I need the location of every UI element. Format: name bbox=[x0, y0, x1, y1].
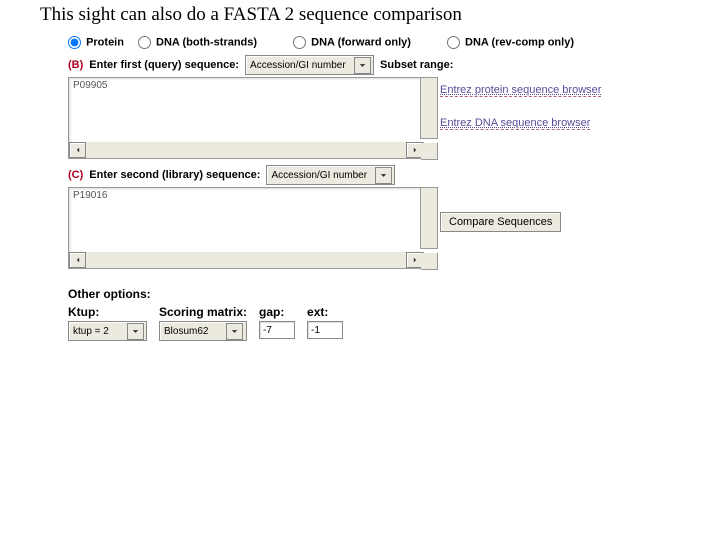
scrollbar-horizontal[interactable] bbox=[68, 142, 424, 159]
entrez-dna-link[interactable]: Entrez DNA sequence browser bbox=[440, 117, 590, 130]
section-c-header: (C) Enter second (library) sequence: Acc… bbox=[68, 165, 720, 185]
section-b-label: Enter first (query) sequence: bbox=[89, 59, 239, 71]
subset-range-label: Subset range: bbox=[380, 59, 453, 71]
query-format-value: Accession/GI number bbox=[250, 60, 350, 71]
query-sequence-input[interactable]: P09905 bbox=[68, 77, 422, 142]
matrix-value: Blosum62 bbox=[164, 326, 222, 337]
compare-sequences-button[interactable]: Compare Sequences bbox=[440, 212, 561, 232]
radio-dna-both[interactable]: DNA (both-strands) bbox=[138, 36, 257, 49]
scroll-left-icon[interactable] bbox=[69, 142, 86, 158]
chevron-down-icon bbox=[127, 323, 144, 340]
ktup-select[interactable]: ktup = 2 bbox=[68, 321, 147, 341]
scroll-left-icon[interactable] bbox=[69, 252, 86, 268]
gap-label: gap: bbox=[259, 305, 295, 319]
scroll-corner bbox=[421, 253, 438, 270]
library-format-select[interactable]: Accession/GI number bbox=[266, 165, 395, 185]
chevron-down-icon bbox=[375, 167, 392, 184]
ext-label: ext: bbox=[307, 305, 343, 319]
section-b-header: (B) Enter first (query) sequence: Access… bbox=[68, 55, 720, 75]
library-sequence-input[interactable]: P19016 bbox=[68, 187, 422, 252]
matrix-label: Scoring matrix: bbox=[159, 305, 247, 319]
ktup-label: Ktup: bbox=[68, 305, 147, 319]
options-row: Ktup: ktup = 2 Scoring matrix: Blosum62 … bbox=[68, 305, 720, 341]
radio-dna-fwd[interactable]: DNA (forward only) bbox=[293, 36, 411, 49]
scrollbar-horizontal[interactable] bbox=[68, 252, 424, 269]
radio-dna-rev[interactable]: DNA (rev-comp only) bbox=[447, 36, 574, 49]
section-b-marker: (B) bbox=[68, 59, 83, 71]
sequence-type-radios: Protein DNA (both-strands) DNA (forward … bbox=[68, 36, 720, 49]
section-c-label: Enter second (library) sequence: bbox=[89, 169, 260, 181]
radio-dna-fwd-label: DNA (forward only) bbox=[311, 36, 411, 48]
entrez-protein-link[interactable]: Entrez protein sequence browser bbox=[440, 84, 601, 97]
query-format-select[interactable]: Accession/GI number bbox=[245, 55, 374, 75]
gap-input[interactable] bbox=[259, 321, 295, 339]
scroll-corner bbox=[421, 143, 438, 160]
library-format-value: Accession/GI number bbox=[271, 170, 371, 181]
radio-dna-rev-label: DNA (rev-comp only) bbox=[465, 36, 574, 48]
ext-input[interactable] bbox=[307, 321, 343, 339]
library-sequence-block: P19016 bbox=[68, 187, 422, 269]
scrollbar-vertical[interactable] bbox=[420, 77, 438, 139]
radio-protein[interactable]: Protein bbox=[68, 36, 124, 49]
ktup-value: ktup = 2 bbox=[73, 326, 123, 337]
chevron-down-icon bbox=[226, 323, 243, 340]
section-c-marker: (C) bbox=[68, 169, 83, 181]
scrollbar-vertical[interactable] bbox=[420, 187, 438, 249]
other-options-heading: Other options: bbox=[68, 287, 720, 301]
radio-dna-both-label: DNA (both-strands) bbox=[156, 36, 257, 48]
query-sequence-block: P09905 bbox=[68, 77, 422, 159]
page-title: This sight can also do a FASTA 2 sequenc… bbox=[0, 0, 720, 36]
chevron-down-icon bbox=[354, 57, 371, 74]
matrix-select[interactable]: Blosum62 bbox=[159, 321, 247, 341]
radio-protein-label: Protein bbox=[86, 36, 124, 48]
